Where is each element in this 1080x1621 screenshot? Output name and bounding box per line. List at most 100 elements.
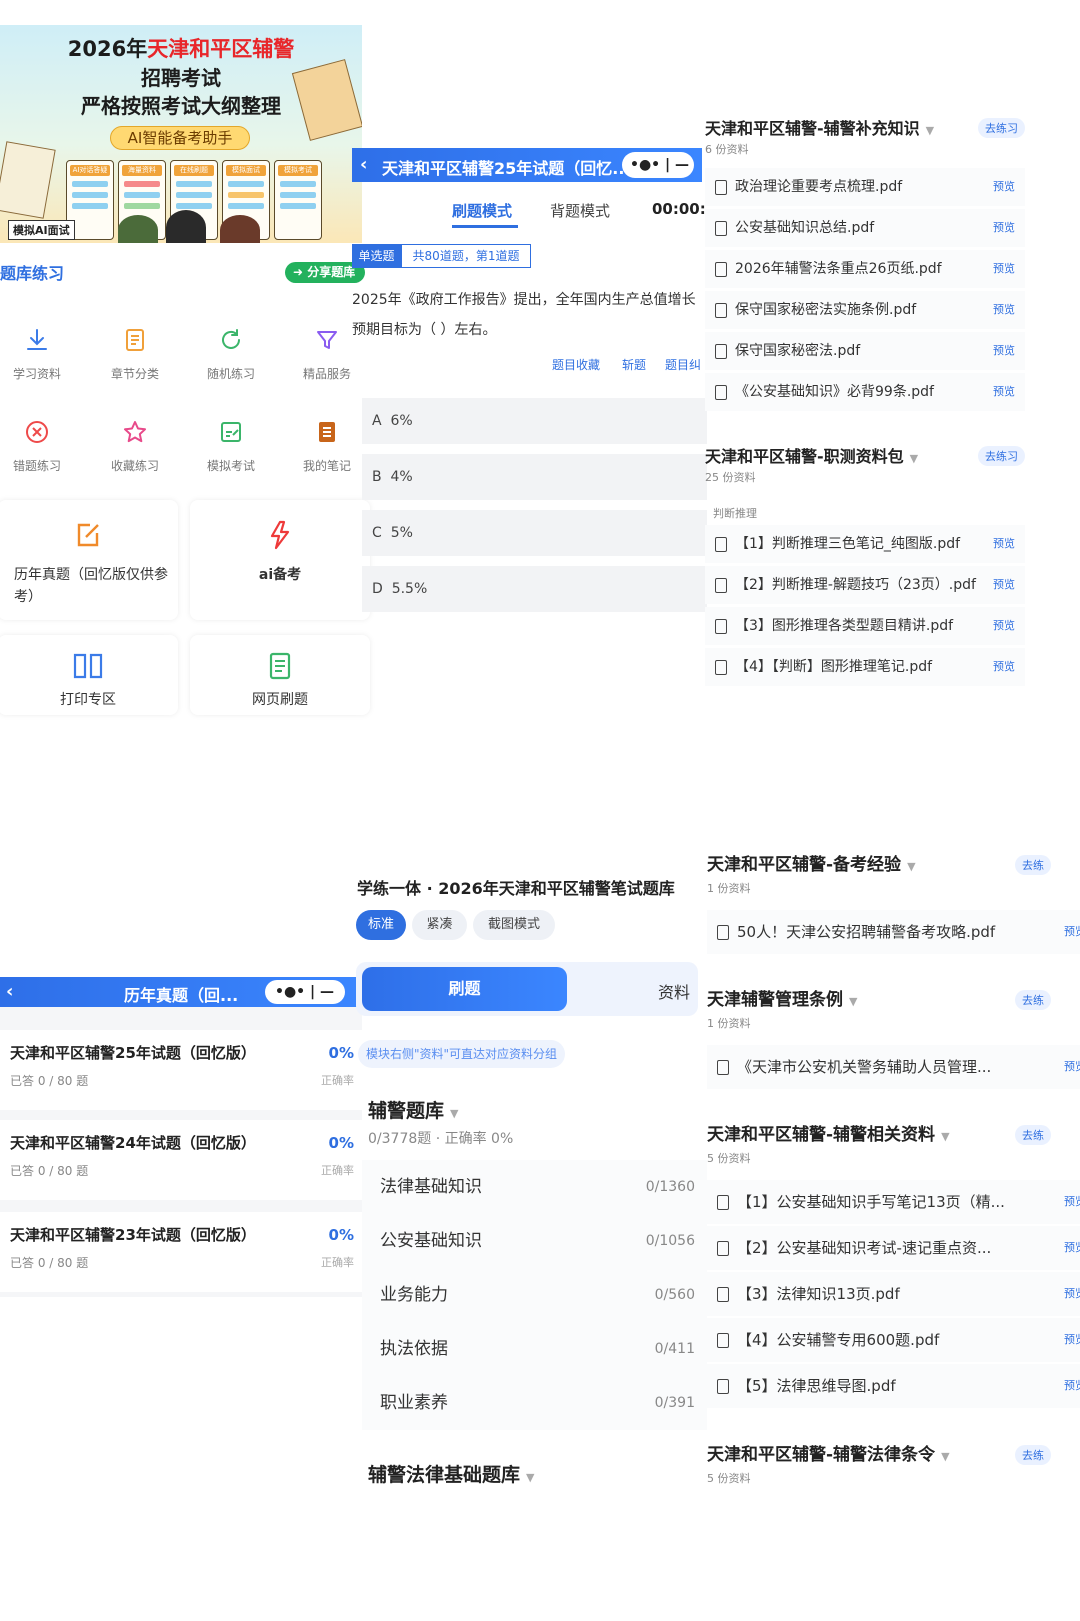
grid-label: 错题练习 — [12, 459, 61, 473]
paper-illustration — [0, 141, 56, 219]
bank-title[interactable]: 辅警题库 ▼ — [368, 1096, 458, 1123]
go-practice-button[interactable]: 去练 — [1015, 990, 1051, 1010]
bank-title-2[interactable]: 辅警法律基础题库 ▼ — [368, 1460, 534, 1487]
tab-materials[interactable]: 资料 — [658, 979, 690, 1003]
chip-standard[interactable]: 标准 — [356, 910, 406, 940]
ai-icon — [263, 518, 297, 552]
grid-chapter[interactable]: 章节分类 — [95, 325, 175, 382]
preview-link: 预览 — [1064, 1241, 1080, 1254]
grid-random[interactable]: 随机练习 — [191, 325, 271, 382]
exam-item[interactable]: 天津和平区辅警25年试题（回忆版） 已答 0 / 80 题 0% 正确率 — [0, 1030, 362, 1110]
grid-wrong[interactable]: 错题练习 — [0, 417, 77, 474]
caret-down-icon: ▼ — [907, 860, 916, 873]
back-icon[interactable]: ‹ — [360, 154, 367, 175]
back-icon[interactable]: ‹ — [6, 981, 13, 1002]
file-row[interactable]: 【1】判断推理三色笔记_纯图版.pdf 预览 — [705, 525, 1025, 563]
file-row[interactable]: 【4】【判断】图形推理笔记.pdf 预览 — [705, 648, 1025, 686]
file-row[interactable]: 政治理论重要考点梳理.pdf 预览 — [705, 168, 1025, 206]
bank-category-row[interactable]: 法律基础知识 0/1360 — [362, 1160, 707, 1214]
file-row[interactable]: 保守国家秘密法.pdf 预览 — [705, 332, 1025, 370]
preview-link: 预览 — [993, 578, 1015, 591]
card-ai-prep[interactable]: ai备考 — [190, 500, 370, 620]
favorite-question-link[interactable]: 题目收藏 — [552, 356, 600, 373]
file-row[interactable]: 【3】图形推理各类型题目精讲.pdf 预览 — [705, 607, 1025, 645]
file-row[interactable]: 2026年辅警法条重点26页纸.pdf 预览 — [705, 250, 1025, 288]
go-practice-button[interactable]: 去练 — [1015, 1125, 1051, 1145]
grid-study-materials[interactable]: 学习资料 — [0, 325, 77, 382]
bank-category-row[interactable]: 业务能力 0/560 — [362, 1268, 707, 1322]
card-label: 网页刷题 — [252, 692, 308, 708]
file-row[interactable]: 50人！天津公安招聘辅警备考攻略.pdf预览 — [707, 910, 1080, 954]
file-row[interactable]: 【1】公安基础知识手写笔记13页（精...预览 — [707, 1180, 1080, 1224]
chip-screenshot[interactable]: 截图模式 — [473, 910, 555, 940]
miniprogram-capsule[interactable]: •●• | — — [265, 980, 345, 1004]
cut-question-link[interactable]: 斩题 — [622, 356, 646, 373]
miniprogram-capsule[interactable]: •●• | — — [622, 152, 694, 178]
preview-link: 预览 — [993, 344, 1015, 357]
exam-item[interactable]: 天津和平区辅警24年试题（回忆版） 已答 0 / 80 题 0% 正确率 — [0, 1120, 362, 1200]
tab-practice[interactable]: 刷题 — [362, 967, 567, 1011]
file-row[interactable]: 【2】公安基础知识考试-速记重点资...预览 — [707, 1226, 1080, 1270]
material-count: 1 份资料 — [707, 882, 751, 895]
download-icon — [22, 325, 52, 355]
exam-item[interactable]: 天津和平区辅警23年试题（回忆版） 已答 0 / 80 题 0% 正确率 — [0, 1212, 362, 1292]
file-icon — [715, 179, 727, 195]
preview-link: 预览 — [993, 537, 1015, 550]
bank-category-row[interactable]: 职业素养 0/391 — [362, 1376, 707, 1430]
grid-favorites[interactable]: 收藏练习 — [95, 417, 175, 474]
preview-link: 预览 — [993, 180, 1015, 193]
file-row[interactable]: 《天津市公安机关警务辅助人员管理...预览 — [707, 1045, 1080, 1089]
grid-label: 学习资料 — [12, 367, 61, 381]
preview-link: 预览 — [993, 385, 1015, 398]
tab-practice-mode[interactable]: 刷题模式 — [452, 200, 512, 221]
file-row[interactable]: 【5】法律思维导图.pdf预览 — [707, 1364, 1080, 1408]
edit-icon — [216, 417, 246, 447]
file-icon — [717, 1287, 729, 1302]
preview-link: 预览 — [1064, 1060, 1080, 1073]
grid-label: 收藏练习 — [110, 459, 159, 473]
go-practice-button[interactable]: 去练 — [1015, 855, 1051, 875]
file-icon — [717, 1379, 729, 1394]
file-row[interactable]: 【3】法律知识13页.pdf预览 — [707, 1272, 1080, 1316]
grid-mock-exam[interactable]: 模拟考试 — [191, 417, 271, 474]
material-subgroup: 判断推理 — [713, 507, 757, 520]
grid-label: 章节分类 — [110, 367, 159, 381]
preview-link: 预览 — [1064, 1287, 1080, 1300]
question-progress: 共80道题，第1道题 — [401, 244, 531, 268]
preview-link: 预览 — [993, 660, 1015, 673]
promo-banner[interactable]: 2026年天津和平区辅警 招聘考试 严格按照考试大纲整理 AI智能备考助手 AI… — [0, 25, 362, 243]
card-print[interactable]: 打印专区 — [0, 635, 178, 715]
option-d[interactable]: D 5.5% — [362, 566, 707, 612]
card-label: ai备考 — [258, 567, 302, 583]
option-a[interactable]: A 6% — [362, 398, 707, 444]
tab-recite-mode[interactable]: 背题模式 — [550, 200, 610, 221]
report-question-link[interactable]: 题目纠 — [665, 356, 701, 373]
banner-card: 模拟考试 — [274, 160, 322, 240]
file-row[interactable]: 《公安基础知识》必背99条.pdf 预览 — [705, 373, 1025, 411]
file-icon — [717, 1060, 729, 1075]
go-practice-button[interactable]: 去练习 — [978, 118, 1025, 138]
preview-link: 预览 — [993, 619, 1015, 632]
grid-notes[interactable]: 我的笔记 — [287, 417, 367, 474]
material-group-title: 天津和平区辅警-辅警相关资料 ▼ — [707, 1125, 950, 1145]
bank-category-row[interactable]: 公安基础知识 0/1056 — [362, 1214, 707, 1268]
file-row[interactable]: 【4】公安辅警专用600题.pdf预览 — [707, 1318, 1080, 1362]
caret-down-icon: ▼ — [849, 995, 858, 1008]
option-b[interactable]: B 4% — [362, 454, 707, 500]
go-practice-button[interactable]: 去练 — [1015, 1445, 1051, 1465]
caret-down-icon: ▼ — [909, 452, 919, 465]
option-c[interactable]: C 5% — [362, 510, 707, 556]
card-web-practice[interactable]: 网页刷题 — [190, 635, 370, 715]
file-row[interactable]: 【2】判断推理-解题技巧（23页）.pdf 预览 — [705, 566, 1025, 604]
chip-compact[interactable]: 紧凑 — [412, 910, 467, 940]
tiku-title: 题库练习 — [0, 264, 65, 283]
go-practice-button[interactable]: 去练习 — [978, 446, 1025, 466]
file-row[interactable]: 保守国家秘密法实施条例.pdf 预览 — [705, 291, 1025, 329]
card-past-exams[interactable]: 历年真题（回忆版仅供参考） — [0, 500, 178, 620]
file-row[interactable]: 公安基础知识总结.pdf 预览 — [705, 209, 1025, 247]
bank-category-row[interactable]: 执法依据 0/411 — [362, 1322, 707, 1376]
preview-link: 预览 — [1064, 925, 1080, 938]
bank-stats: 0/3778题 · 正确率 0% — [368, 1131, 514, 1147]
material-count: 6 份资料 — [705, 143, 749, 156]
material-group-title: 天津和平区辅警-辅警补充知识 ▼ — [705, 119, 935, 138]
